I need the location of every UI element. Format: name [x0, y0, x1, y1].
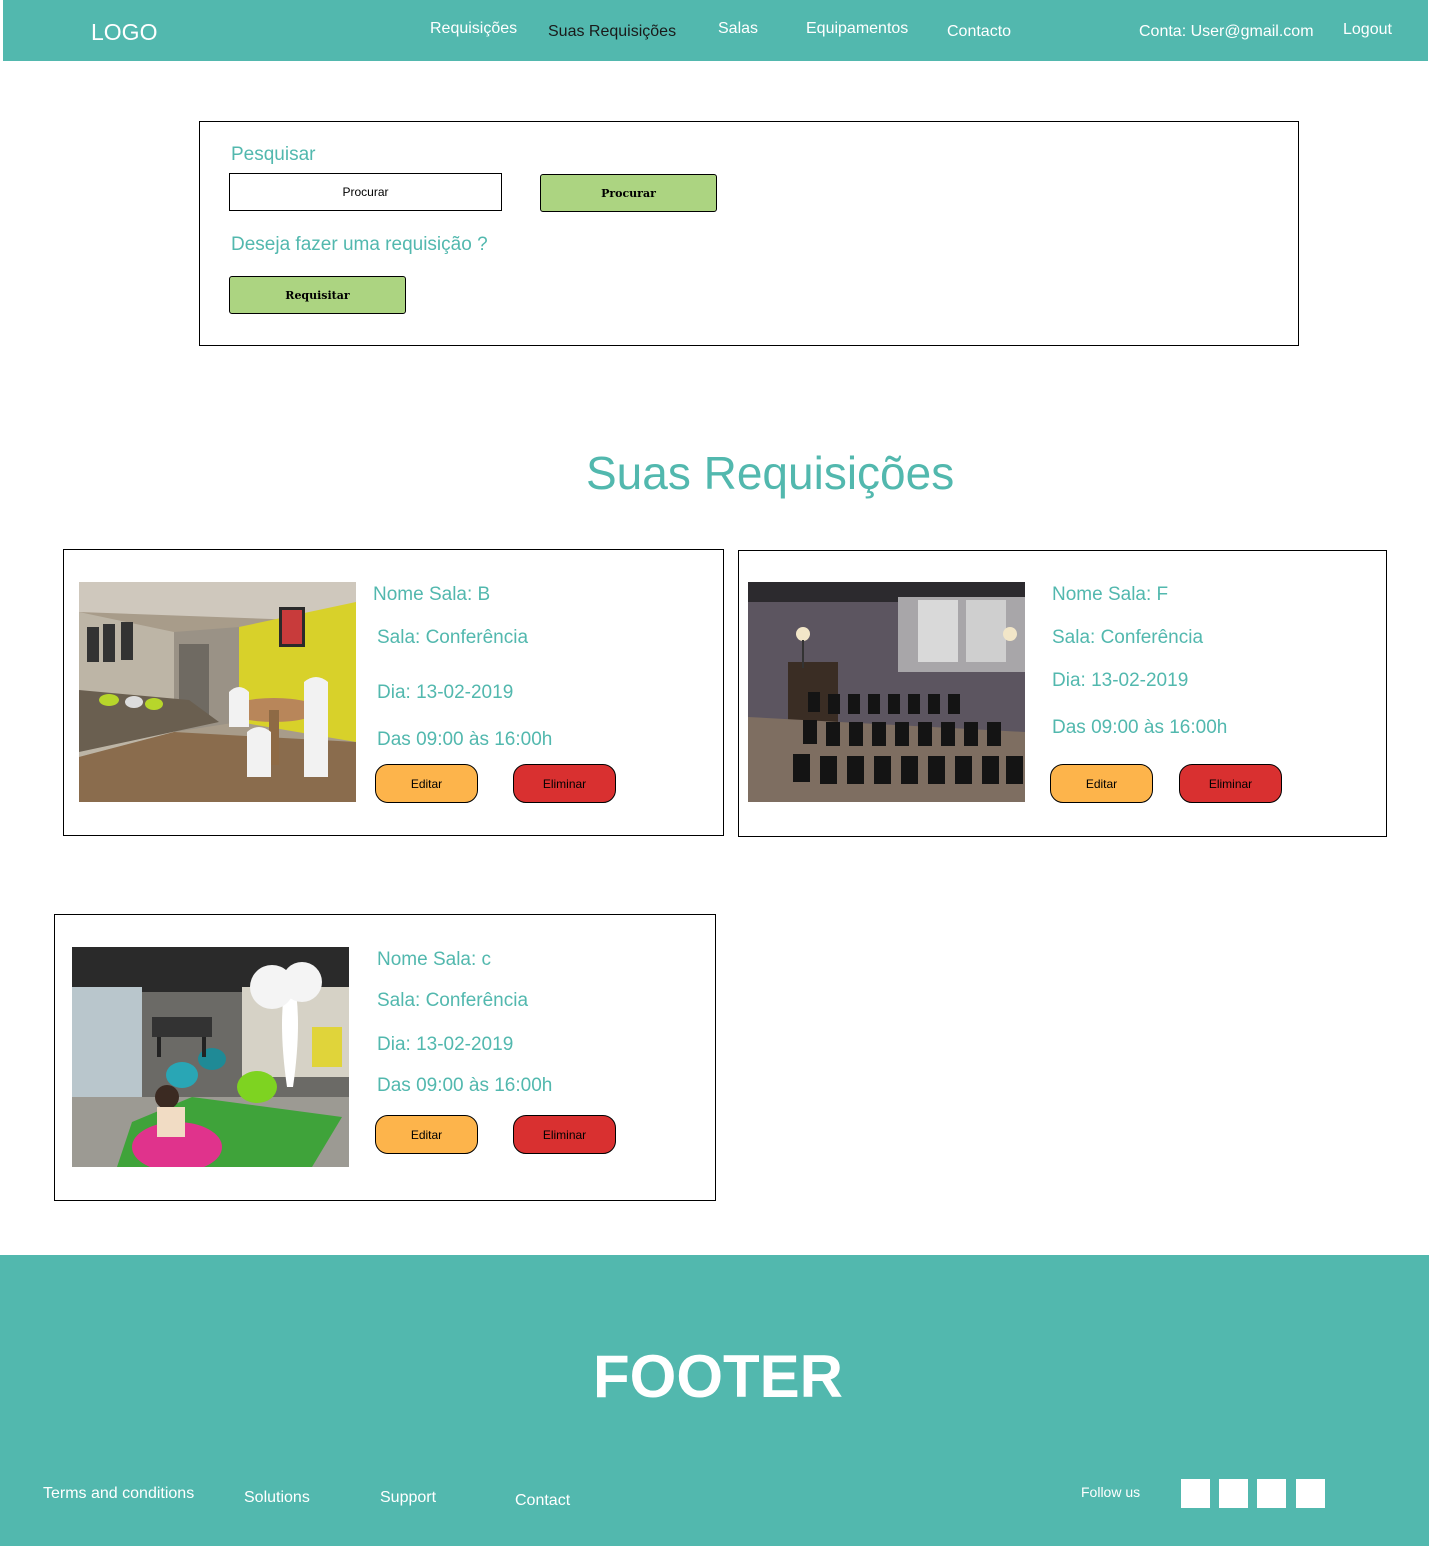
- request-hours: Das 09:00 às 16:00h: [377, 729, 553, 750]
- request-card: Nome Sala: F Sala: Conferência Dia: 13-0…: [738, 550, 1387, 837]
- request-day: Dia: 13-02-2019: [377, 1034, 514, 1055]
- nav-contacto[interactable]: Contacto: [947, 23, 1011, 41]
- logo[interactable]: LOGO: [91, 19, 157, 46]
- room-type: Sala: Conferência: [377, 627, 529, 648]
- footer-link-contact[interactable]: Contact: [515, 1492, 570, 1510]
- request-prompt: Deseja fazer uma requisição ?: [231, 234, 488, 255]
- room-name: Nome Sala: F: [1052, 584, 1169, 605]
- edit-button[interactable]: Editar: [375, 1115, 478, 1154]
- section-title: Suas Requisições: [586, 447, 955, 499]
- room-name: Nome Sala: c: [377, 949, 492, 970]
- request-card: Nome Sala: c Sala: Conferência Dia: 13-0…: [54, 914, 716, 1201]
- social-icon-4[interactable]: [1296, 1479, 1325, 1508]
- request-card: Nome Sala: B Sala: Conferência Dia: 13-0…: [63, 549, 724, 836]
- search-label: Pesquisar: [231, 144, 316, 165]
- delete-button[interactable]: Eliminar: [513, 764, 616, 803]
- delete-button[interactable]: Eliminar: [1179, 764, 1282, 803]
- footer: FOOTER Terms and conditions Solutions Su…: [0, 1255, 1429, 1546]
- footer-link-solutions[interactable]: Solutions: [244, 1489, 310, 1507]
- room-type: Sala: Conferência: [1052, 627, 1204, 648]
- footer-title: FOOTER: [593, 1343, 843, 1410]
- search-input[interactable]: [229, 173, 502, 211]
- top-navbar: LOGO Requisições Suas Requisições Salas …: [3, 0, 1428, 61]
- social-icon-1[interactable]: [1181, 1479, 1210, 1508]
- nav-salas[interactable]: Salas: [718, 20, 758, 38]
- logout-link[interactable]: Logout: [1343, 21, 1392, 39]
- follow-us-label: Follow us: [1081, 1484, 1141, 1500]
- footer-link-terms[interactable]: Terms and conditions: [43, 1485, 194, 1503]
- edit-button[interactable]: Editar: [375, 764, 478, 803]
- room-type: Sala: Conferência: [377, 990, 529, 1011]
- search-button[interactable]: Procurar: [540, 174, 717, 212]
- nav-suas-requisicoes[interactable]: Suas Requisições: [548, 23, 676, 41]
- request-hours: Das 09:00 às 16:00h: [1052, 717, 1228, 738]
- edit-button[interactable]: Editar: [1050, 764, 1153, 803]
- social-icon-2[interactable]: [1219, 1479, 1248, 1508]
- lounge-room-photo: [79, 582, 356, 802]
- open-office-photo: [72, 947, 349, 1167]
- account-link[interactable]: Conta: User@gmail.com: [1139, 23, 1314, 41]
- social-icon-3[interactable]: [1257, 1479, 1286, 1508]
- room-name: Nome Sala: B: [373, 584, 491, 605]
- request-day: Dia: 13-02-2019: [377, 682, 514, 703]
- nav-requisicoes[interactable]: Requisições: [430, 20, 517, 38]
- nav-equipamentos[interactable]: Equipamentos: [806, 20, 908, 38]
- request-day: Dia: 13-02-2019: [1052, 670, 1189, 691]
- delete-button[interactable]: Eliminar: [513, 1115, 616, 1154]
- footer-link-support[interactable]: Support: [380, 1489, 436, 1507]
- request-button[interactable]: Requisitar: [229, 276, 406, 314]
- search-panel: Pesquisar Procurar Deseja fazer uma requ…: [199, 121, 1299, 346]
- request-hours: Das 09:00 às 16:00h: [377, 1075, 553, 1096]
- conference-room-photo: [748, 582, 1025, 802]
